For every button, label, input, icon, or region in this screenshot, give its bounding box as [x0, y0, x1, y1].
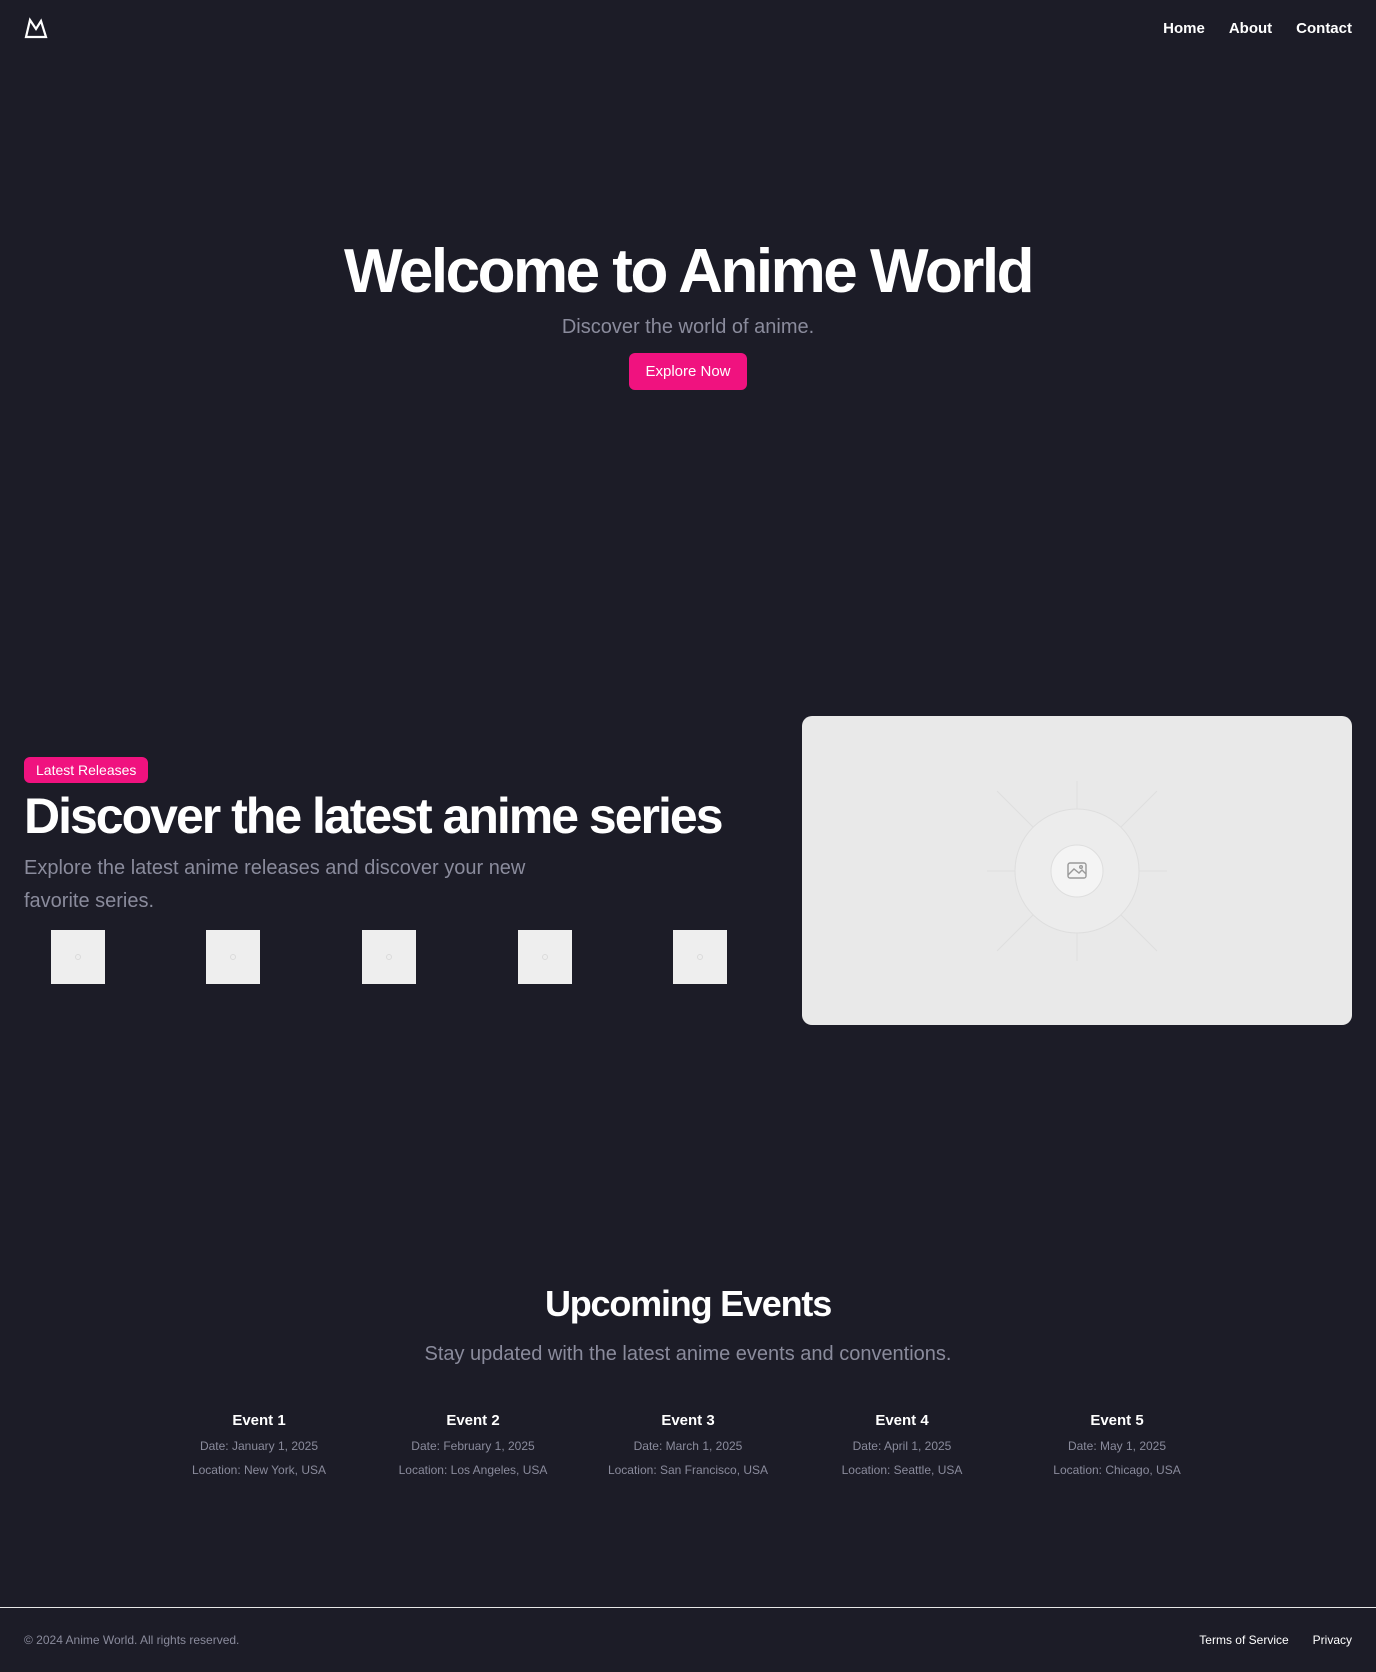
event-card: Event 3 Date: March 1, 2025 Location: Sa… [588, 1412, 788, 1477]
event-date: Date: April 1, 2025 [852, 1439, 952, 1453]
footer-nav: Terms of Service Privacy [1199, 1633, 1352, 1647]
release-thumbnail[interactable] [518, 930, 572, 984]
explore-now-button[interactable]: Explore Now [629, 353, 747, 391]
site-header: Home About Contact [0, 0, 1376, 56]
release-thumbnail[interactable] [51, 930, 105, 984]
event-card: Event 2 Date: February 1, 2025 Location:… [373, 1412, 573, 1477]
image-placeholder-icon [75, 954, 81, 960]
release-thumbnails [24, 930, 764, 984]
site-footer: © 2024 Anime World. All rights reserved.… [0, 1607, 1376, 1672]
latest-releases-badge: Latest Releases [24, 757, 149, 783]
event-location: Location: New York, USA [191, 1463, 327, 1477]
image-placeholder-icon [987, 781, 1167, 961]
event-location: Location: San Francisco, USA [607, 1463, 769, 1477]
event-date: Date: February 1, 2025 [411, 1439, 535, 1453]
releases-description: Explore the latest anime releases and di… [24, 857, 526, 912]
hero-section: Welcome to Anime World Discover the worl… [0, 237, 1376, 391]
release-thumbnail[interactable] [206, 930, 260, 984]
event-name: Event 2 [446, 1412, 500, 1429]
events-list: Event 1 Date: January 1, 2025 Location: … [0, 1412, 1376, 1492]
nav-about-link[interactable]: About [1229, 20, 1272, 37]
event-card: Event 4 Date: April 1, 2025 Location: Se… [802, 1412, 1002, 1477]
events-section: Upcoming Events Stay updated with the la… [0, 1283, 1376, 1477]
nav-home-link[interactable]: Home [1163, 20, 1205, 37]
image-placeholder-icon [386, 954, 392, 960]
main-nav: Home About Contact [1163, 20, 1352, 37]
page: Home About Contact Welcome to Anime Worl… [0, 0, 1376, 1672]
event-name: Event 5 [1090, 1412, 1144, 1429]
feature-image-placeholder [802, 716, 1352, 1025]
image-placeholder-icon [230, 954, 236, 960]
event-date: Date: March 1, 2025 [633, 1439, 743, 1453]
terms-of-service-link[interactable]: Terms of Service [1199, 1633, 1288, 1647]
copyright-text: © 2024 Anime World. All rights reserved. [24, 1633, 240, 1647]
event-name: Event 1 [232, 1412, 286, 1429]
image-placeholder-icon [697, 954, 703, 960]
logo-link[interactable] [24, 16, 48, 40]
nav-contact-link[interactable]: Contact [1296, 20, 1352, 37]
event-card: Event 5 Date: May 1, 2025 Location: Chic… [1017, 1412, 1217, 1477]
hero-subtitle: Discover the world of anime. [561, 316, 815, 339]
event-card: Event 1 Date: January 1, 2025 Location: … [159, 1412, 359, 1477]
event-location: Location: Los Angeles, USA [398, 1463, 548, 1477]
event-location: Location: Chicago, USA [1053, 1463, 1181, 1477]
hero-title: Welcome to Anime World [344, 237, 1034, 306]
event-date: Date: May 1, 2025 [1067, 1439, 1167, 1453]
event-name: Event 3 [661, 1412, 715, 1429]
release-thumbnail[interactable] [362, 930, 416, 984]
event-location: Location: Seattle, USA [841, 1463, 963, 1477]
release-thumbnail[interactable] [673, 930, 727, 984]
privacy-link[interactable]: Privacy [1313, 1633, 1352, 1647]
events-title: Upcoming Events [544, 1283, 832, 1324]
event-name: Event 4 [875, 1412, 929, 1429]
mountain-logo-icon [24, 17, 48, 39]
events-subtitle: Stay updated with the latest anime event… [424, 1343, 952, 1365]
image-placeholder-icon [542, 954, 548, 960]
event-date: Date: January 1, 2025 [199, 1439, 319, 1453]
releases-title: Discover the latest anime series [24, 788, 724, 844]
releases-section: Latest Releases Discover the latest anim… [24, 757, 764, 984]
